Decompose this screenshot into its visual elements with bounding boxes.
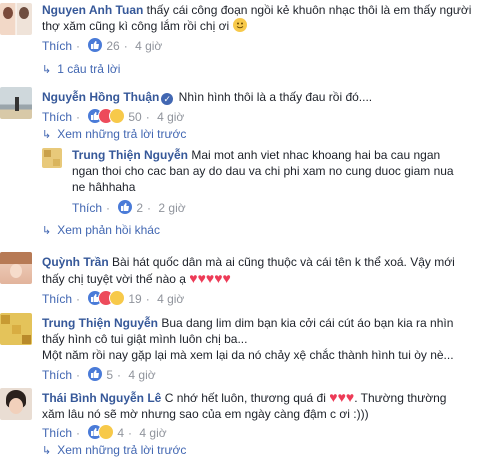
comment-time[interactable]: 4 giờ xyxy=(135,39,162,53)
view-previous-replies-link[interactable]: ↳ Xem những trả lời trước xyxy=(42,442,186,459)
avatar[interactable] xyxy=(0,87,32,119)
comment-meta: Thích · 4 · 4 giờ xyxy=(42,424,167,440)
like-reaction-icon xyxy=(87,366,104,382)
reply-time[interactable]: 2 giờ xyxy=(158,201,185,215)
smile-emoji-icon xyxy=(232,18,247,32)
avatar[interactable] xyxy=(0,313,32,345)
replier-name[interactable]: Trung Thiện Nguyễn xyxy=(72,148,188,162)
comment-time[interactable]: 4 giờ xyxy=(157,292,184,306)
reply-body: Trung Thiện Nguyễn Mai mot anh viet nhac… xyxy=(72,147,470,195)
heart-emoji-icon: ♥ xyxy=(222,270,231,286)
reply-arrow-icon: ↳ xyxy=(42,445,52,457)
like-reaction-icon xyxy=(87,37,104,53)
like-link[interactable]: Thích xyxy=(42,292,72,306)
avatar[interactable] xyxy=(0,388,32,420)
comment-body: Nguyễn Hồng Thuận ✓ Nhìn hình thôi là a t… xyxy=(42,89,472,105)
reply-arrow-icon: ↳ xyxy=(42,64,52,76)
commenter-name[interactable]: Nguyễn Hồng Thuận xyxy=(42,90,159,104)
commenter-name[interactable]: Trung Thiện Nguyễn xyxy=(42,316,158,330)
comment-text: C nhớ hết luôn, thương quá đi xyxy=(164,391,326,405)
reaction-count[interactable]: 19 xyxy=(128,292,141,306)
heart-emoji-icon: ♥ xyxy=(345,389,355,405)
comment-meta: Thích · 26 · 4 giờ xyxy=(42,37,163,53)
reply-avatar[interactable] xyxy=(42,148,62,168)
comment-time[interactable]: 4 giờ xyxy=(139,426,166,440)
view-previous-replies-label[interactable]: Xem những trả lời trước xyxy=(57,443,186,457)
comment-body: Thái Bình Nguyễn Lê C nhớ hết luôn, thươ… xyxy=(42,389,472,422)
haha-reaction-icon xyxy=(109,290,126,306)
view-other-feedback-label[interactable]: Xem phản hồi khác xyxy=(57,223,160,237)
heart-emoji-icon: ♥ xyxy=(329,389,338,405)
like-link[interactable]: Thích xyxy=(42,39,72,53)
heart-emoji-icon: ♥ xyxy=(337,389,346,405)
reply-arrow-icon: ↳ xyxy=(42,225,52,237)
heart-emoji-icon: ♥ xyxy=(205,270,215,286)
comment-meta: Thích · 50 · 4 giờ xyxy=(42,108,185,124)
comment-meta: Thích · 19 · 4 giờ xyxy=(42,290,185,306)
reaction-count[interactable]: 2 xyxy=(136,201,143,215)
avatar[interactable] xyxy=(0,252,32,284)
reaction-count[interactable]: 5 xyxy=(106,368,113,382)
reply-meta: Thích · 2 · 2 giờ xyxy=(72,199,186,215)
haha-reaction-icon xyxy=(109,108,126,124)
view-previous-replies-link[interactable]: ↳ Xem những trả lời trước xyxy=(42,126,186,143)
avatar[interactable] xyxy=(0,3,32,35)
reaction-count[interactable]: 50 xyxy=(128,110,141,124)
reply-arrow-icon: ↳ xyxy=(42,129,52,141)
view-other-feedback-link[interactable]: ↳ Xem phản hồi khác xyxy=(42,222,160,239)
reaction-count[interactable]: 26 xyxy=(106,39,119,53)
view-previous-replies-label[interactable]: Xem những trả lời trước xyxy=(57,127,186,141)
like-reaction-icon xyxy=(117,199,134,215)
view-replies-label[interactable]: 1 câu trả lời xyxy=(57,62,120,76)
comment-meta: Thích · 5 · 4 giờ xyxy=(42,366,156,382)
like-link[interactable]: Thích xyxy=(42,368,72,382)
heart-emoji-icon: ♥ xyxy=(189,270,198,286)
heart-emoji-icon: ♥ xyxy=(214,270,223,286)
heart-emoji-icon: ♥ xyxy=(197,270,206,286)
verified-badge-icon: ✓ xyxy=(161,93,174,105)
like-link[interactable]: Thích xyxy=(42,110,72,124)
reaction-count[interactable]: 4 xyxy=(117,426,124,440)
commenter-name[interactable]: Nguyen Anh Tuan xyxy=(42,3,143,17)
comment-time[interactable]: 4 giờ xyxy=(128,368,155,382)
haha-reaction-icon xyxy=(98,424,115,440)
commenter-name[interactable]: Quỳnh Trần xyxy=(42,255,109,269)
comment-body: Trung Thiện Nguyễn Bua dang lim dim bạn … xyxy=(42,315,472,363)
view-replies-link[interactable]: ↳ 1 câu trả lời xyxy=(42,61,120,78)
comment-text: Nhìn hình thôi là a thấy đau rồi đó.... xyxy=(178,90,373,104)
comment-time[interactable]: 4 giờ xyxy=(157,110,184,124)
comment-body: Quỳnh Trần Bài hát quốc dân mà ai cũng t… xyxy=(42,254,472,287)
like-link[interactable]: Thích xyxy=(72,201,102,215)
comment-body: Nguyen Anh Tuan thấy cái công đoạn ngồi … xyxy=(42,2,472,34)
like-link[interactable]: Thích xyxy=(42,426,72,440)
comment-text-line-2: Một năm rồi nay gặp lại mà xem lại da nó… xyxy=(42,348,454,362)
commenter-name[interactable]: Thái Bình Nguyễn Lê xyxy=(42,391,161,405)
